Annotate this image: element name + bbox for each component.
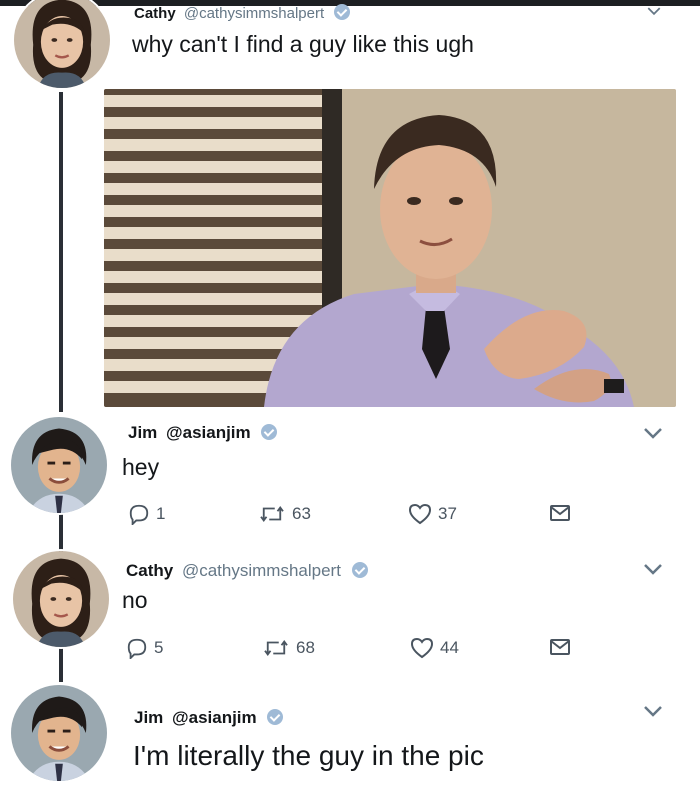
- dm-icon: [550, 505, 570, 521]
- reply-count: 1: [156, 504, 166, 523]
- like-button[interactable]: 44: [410, 637, 459, 659]
- verified-icon: [334, 4, 351, 20]
- tweet-text: hey: [122, 454, 160, 480]
- verified-icon: [351, 562, 368, 578]
- retweet-button[interactable]: 63: [258, 503, 311, 525]
- reply-icon: [127, 638, 147, 659]
- chevron-down-icon[interactable]: [642, 426, 664, 440]
- tweet-text: I'm literally the guy in the pic: [133, 740, 484, 771]
- tweet-header: Jim @asianjim: [128, 423, 278, 443]
- retweet-button[interactable]: 68: [262, 637, 315, 659]
- author-handle[interactable]: @asianjim: [166, 423, 251, 442]
- reply-button[interactable]: 5: [126, 637, 163, 659]
- tweet-header: Cathy @cathysimmshalpert: [134, 4, 351, 22]
- tweet-text: no: [122, 587, 148, 613]
- avatar[interactable]: [11, 549, 111, 649]
- tweet-actions: 1 63 37: [0, 503, 700, 531]
- thread-line: [59, 92, 63, 412]
- author-name[interactable]: Cathy: [126, 561, 173, 580]
- like-icon: [408, 503, 432, 525]
- avatar[interactable]: [12, 0, 112, 90]
- reply-icon: [129, 504, 149, 525]
- like-icon: [410, 637, 434, 659]
- avatar[interactable]: [9, 683, 109, 783]
- tweet-media-image[interactable]: [104, 89, 676, 407]
- retweet-icon: [264, 640, 288, 656]
- tweet-text: why can't I find a guy like this ugh: [132, 31, 474, 57]
- avatar[interactable]: [9, 415, 109, 515]
- like-button[interactable]: 37: [408, 503, 457, 525]
- chevron-down-icon[interactable]: [642, 704, 664, 718]
- tweet-header: Cathy @cathysimmshalpert: [126, 561, 368, 581]
- chevron-down-icon[interactable]: [642, 562, 664, 576]
- tweet-actions: 5 68 44: [0, 637, 700, 665]
- verified-icon: [267, 709, 284, 725]
- chevron-down-icon[interactable]: [646, 6, 662, 16]
- like-count: 44: [440, 638, 459, 657]
- reply-count: 5: [154, 638, 164, 657]
- retweet-count: 63: [292, 504, 311, 523]
- author-name[interactable]: Cathy: [134, 5, 176, 22]
- retweet-count: 68: [296, 638, 315, 657]
- author-handle[interactable]: @asianjim: [172, 708, 257, 727]
- author-name[interactable]: Jim: [134, 708, 163, 727]
- dm-button[interactable]: [549, 637, 577, 657]
- like-count: 37: [438, 504, 457, 523]
- author-handle[interactable]: @cathysimmshalpert: [182, 561, 341, 580]
- verified-icon: [261, 424, 278, 440]
- tweet-header: Jim @asianjim: [134, 708, 284, 728]
- author-name[interactable]: Jim: [128, 423, 157, 442]
- author-handle[interactable]: @cathysimmshalpert: [184, 5, 324, 22]
- retweet-icon: [260, 506, 284, 522]
- dm-icon: [550, 639, 570, 655]
- dm-button[interactable]: [549, 503, 577, 523]
- reply-button[interactable]: 1: [128, 503, 165, 525]
